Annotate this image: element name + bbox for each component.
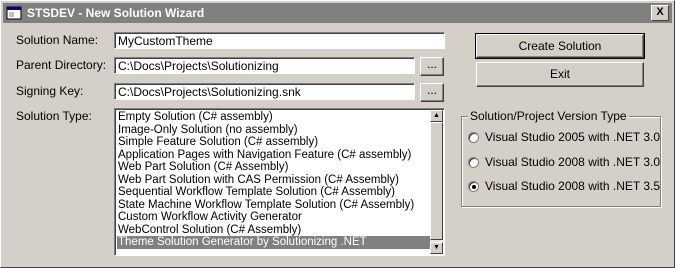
- signing-key-browse-button[interactable]: ...: [420, 83, 444, 102]
- wizard-window: STSDEV - New Solution Wizard X Solution …: [0, 0, 675, 268]
- list-item[interactable]: Sequential Workflow Template Solution (C…: [117, 186, 430, 199]
- list-item[interactable]: Web Part Solution (C# Assembly): [117, 161, 430, 174]
- list-item[interactable]: WebControl Solution (C# Assembly): [117, 224, 430, 237]
- list-item[interactable]: Application Pages with Navigation Featur…: [117, 149, 430, 162]
- solution-name-input[interactable]: MyCustomTheme: [114, 32, 445, 49]
- radio-button[interactable]: [468, 132, 479, 143]
- create-solution-button[interactable]: Create Solution: [475, 33, 645, 59]
- exit-button[interactable]: Exit: [476, 62, 644, 87]
- list-item[interactable]: Empty Solution (C# assembly): [117, 111, 430, 124]
- solution-type-label: Solution Type:: [16, 109, 92, 123]
- radio-label: Visual Studio 2008 with .NET 3.5: [485, 179, 660, 193]
- list-item[interactable]: State Machine Workflow Template Solution…: [117, 199, 430, 212]
- title-bar[interactable]: STSDEV - New Solution Wizard X: [3, 3, 672, 23]
- radio-label: Visual Studio 2008 with .NET 3.0: [485, 155, 660, 169]
- window-title: STSDEV - New Solution Wizard: [27, 6, 205, 20]
- solution-type-listbox[interactable]: Empty Solution (C# assembly) Image-Only S…: [114, 108, 445, 256]
- scrollbar-thumb[interactable]: [430, 122, 443, 240]
- close-icon: X: [656, 6, 664, 18]
- version-type-group-title: Solution/Project Version Type: [468, 109, 629, 123]
- signing-key-label: Signing Key:: [16, 84, 84, 98]
- scroll-up-arrow-icon[interactable]: ▲: [430, 110, 443, 122]
- list-item[interactable]: Custom Workflow Activity Generator: [117, 211, 430, 224]
- solution-name-label: Solution Name:: [16, 33, 99, 47]
- solution-type-items: Empty Solution (C# assembly) Image-Only S…: [117, 111, 430, 249]
- radio-button[interactable]: [468, 157, 479, 168]
- list-item[interactable]: Theme Solution Generator by Solutionizin…: [117, 236, 430, 249]
- list-item[interactable]: Image-Only Solution (no assembly): [117, 124, 430, 137]
- list-item[interactable]: Web Part Solution with CAS Permission (C…: [117, 174, 430, 187]
- radio-button[interactable]: [468, 181, 479, 192]
- parent-directory-input[interactable]: C:\Docs\Projects\Solutionizing: [114, 57, 415, 74]
- close-button[interactable]: X: [651, 5, 669, 21]
- scroll-down-arrow-icon[interactable]: ▼: [430, 242, 443, 254]
- parent-directory-browse-button[interactable]: ...: [420, 57, 444, 76]
- parent-directory-label: Parent Directory:: [16, 58, 107, 72]
- radio-label: Visual Studio 2005 with .NET 3.0: [485, 130, 660, 144]
- listbox-scrollbar[interactable]: ▲ ▼: [430, 110, 443, 254]
- signing-key-input[interactable]: C:\Docs\Projects\Solutionizing.snk: [114, 83, 415, 100]
- app-window-icon: [6, 6, 22, 20]
- list-item[interactable]: Simple Feature Solution (C# assembly): [117, 136, 430, 149]
